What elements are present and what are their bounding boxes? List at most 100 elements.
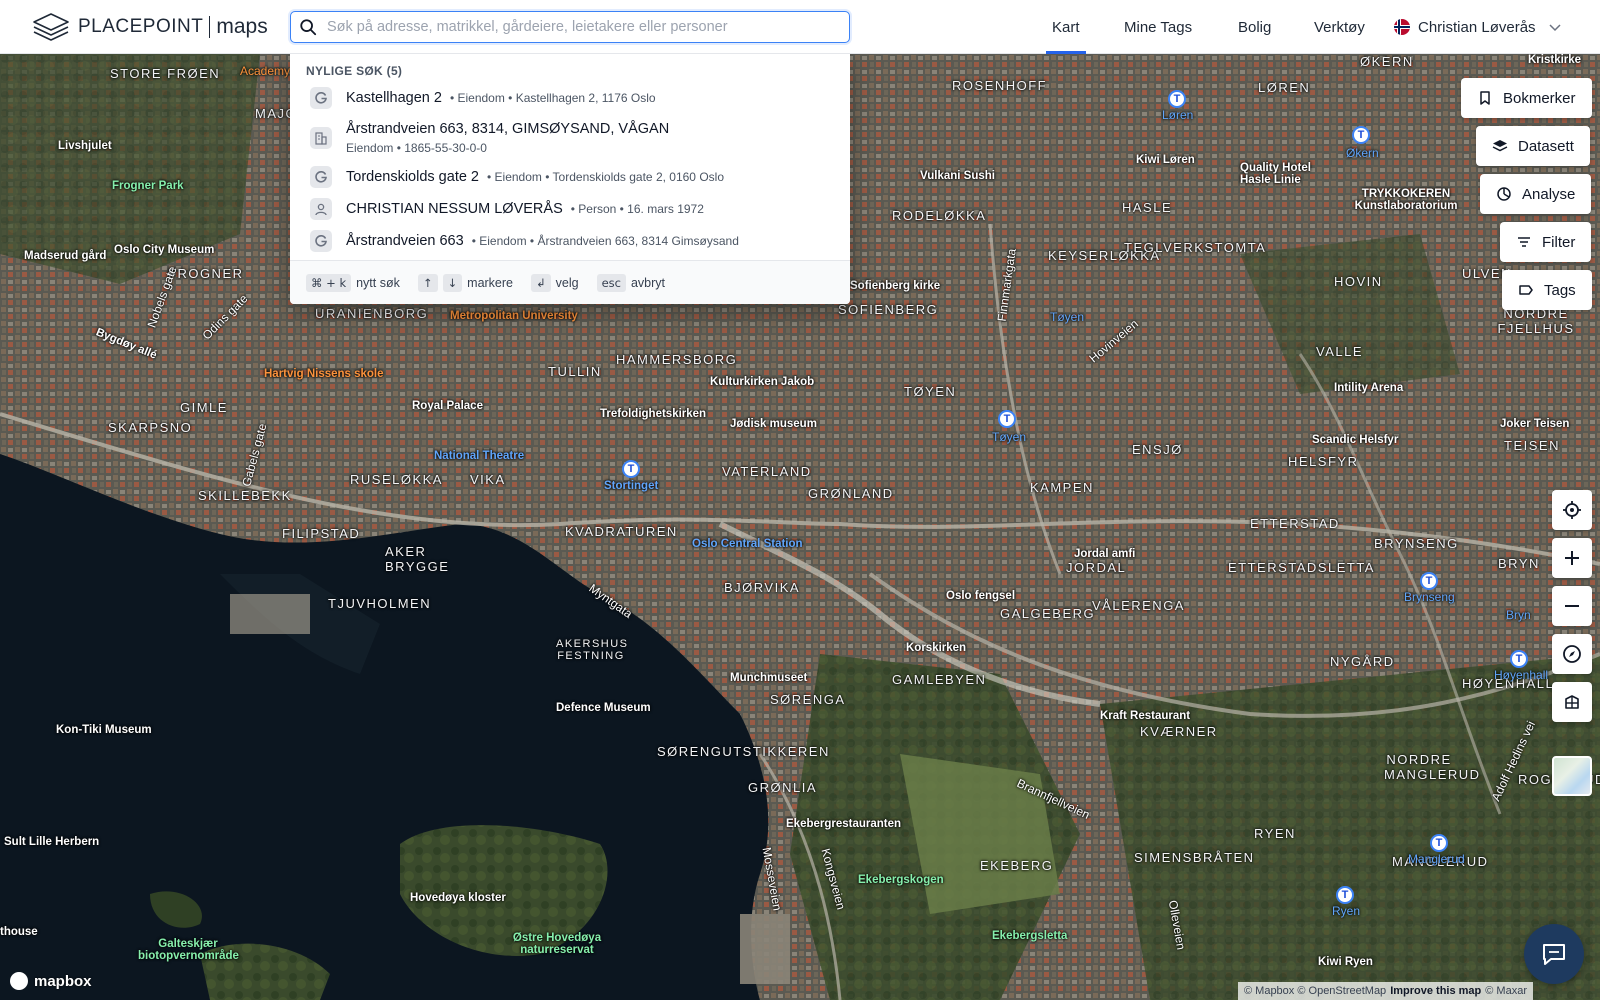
poi-label: Intility Arena <box>1334 382 1404 394</box>
search-box[interactable] <box>290 11 850 43</box>
new-search-key: ⌘ + k <box>306 273 352 292</box>
district-label: VIKA <box>470 472 506 487</box>
district-label: NORDRE FJELLHUS <box>1497 306 1575 336</box>
district-label: KAMPEN <box>1030 480 1094 495</box>
improve-map-link[interactable]: Improve this map <box>1390 985 1481 997</box>
chevron-down-icon <box>1549 24 1561 32</box>
attrib-mapbox[interactable]: © Mapbox <box>1244 985 1294 997</box>
poi-label: Kon-Tiki Museum <box>56 724 152 736</box>
poi-label: Royal Palace <box>412 400 483 412</box>
poi-label: Korskirken <box>906 642 967 654</box>
locate-me-button[interactable] <box>1552 490 1592 530</box>
metro-station-icon[interactable]: T <box>1168 90 1186 108</box>
poi-label: Galteskjær biotopvernområde <box>138 938 239 962</box>
bookmarks-button[interactable]: Bokmerker <box>1461 78 1592 118</box>
crosshair-icon <box>1563 501 1581 519</box>
attrib-maxar[interactable]: © Maxar <box>1485 985 1527 997</box>
zoom-out-button[interactable] <box>1552 586 1592 626</box>
layers-icon <box>1492 140 1508 152</box>
district-label: BJØRVIKA <box>724 580 801 595</box>
compass-icon <box>1563 645 1581 663</box>
recent-search-item[interactable]: Årstrandveien 663, 8314, GIMSØYSAND, VÅG… <box>310 120 830 156</box>
poi-label: Sofienberg kirke <box>850 280 941 292</box>
basemap-switcher-thumbnail[interactable] <box>1552 756 1592 796</box>
person-icon <box>310 198 332 220</box>
district-label: HOVIN <box>1334 274 1383 289</box>
recent-search-title: CHRISTIAN NESSUM LØVERÅS <box>346 201 563 217</box>
analysis-button[interactable]: Analyse <box>1480 174 1592 214</box>
nav-verktoy[interactable]: Verktøy <box>1308 0 1371 54</box>
recent-search-title: Tordenskiolds gate 2 <box>346 169 479 185</box>
zoom-in-button[interactable] <box>1552 538 1592 578</box>
metro-station-icon[interactable]: T <box>998 410 1016 428</box>
nav-bolig[interactable]: Bolig <box>1232 0 1277 54</box>
arrow-up-key: ↑ <box>417 273 438 292</box>
district-label: JORDAL <box>1066 560 1127 575</box>
nav-kart[interactable]: Kart <box>1046 0 1086 54</box>
poi-label: Madserud gård <box>24 250 107 262</box>
district-label: URANIENBORG <box>315 306 429 321</box>
3d-buildings-button[interactable] <box>1552 682 1592 722</box>
poi-label: Livshjulet <box>58 140 112 152</box>
district-label: HAMMERSBORG <box>616 352 738 367</box>
recent-search-meta: • Person • 16. mars 1972 <box>570 202 704 216</box>
metro-station-icon[interactable]: T <box>1420 572 1438 590</box>
keyboard-hints: ⌘ + k nytt søk ↑ ↓ markere ↲ velg esc av… <box>290 260 850 304</box>
metro-station-icon[interactable]: T <box>622 460 640 478</box>
tab-bolig[interactable]: Bolig <box>1232 0 1277 54</box>
tags-button[interactable]: Tags <box>1502 270 1592 310</box>
filter-button[interactable]: Filter <box>1500 222 1592 262</box>
tab-mine-tags[interactable]: Mine Tags <box>1118 0 1198 54</box>
chat-bubble-icon <box>1543 944 1565 965</box>
chat-support-button[interactable] <box>1524 924 1584 984</box>
tab-verktoy[interactable]: Verktøy <box>1308 0 1371 54</box>
logo-brand: PLACEPOINT <box>78 16 204 37</box>
district-label: TJUVHOLMEN <box>328 596 432 611</box>
poi-label: National Theatre <box>434 450 525 462</box>
metro-station-label: Økern <box>1346 146 1379 160</box>
recent-search-item[interactable]: Kastellhagen 2 • Eiendom • Kastellhagen … <box>310 86 830 110</box>
user-menu[interactable]: Christian Løverås <box>1394 0 1562 54</box>
mapbox-logo[interactable]: mapbox <box>10 972 92 990</box>
compass-button[interactable] <box>1552 634 1592 674</box>
enter-key: ↲ <box>531 273 551 292</box>
poi-label: Metropolitan University <box>450 310 578 322</box>
poi-label: Østre Hovedøya naturreservat <box>512 932 602 956</box>
district-label: TØYEN <box>904 384 957 399</box>
district-label: SIMENSBRÅTEN <box>1134 850 1255 865</box>
google-g-icon <box>310 230 332 252</box>
search-input[interactable] <box>327 19 827 35</box>
metro-station-label: Manglerud <box>1408 852 1465 866</box>
search-icon <box>300 19 317 36</box>
district-label: KVÆRNER <box>1140 724 1218 739</box>
buildings-3d-icon <box>1565 695 1579 709</box>
tab-kart[interactable]: Kart <box>1046 0 1086 54</box>
recent-search-item[interactable]: Årstrandveien 663 • Eiendom • Årstrandve… <box>310 229 830 253</box>
filter-label: Filter <box>1542 233 1576 251</box>
nav-mine-tags[interactable]: Mine Tags <box>1118 0 1198 54</box>
district-label: ØKERN <box>1360 54 1414 69</box>
metro-station-label: Høyenhall <box>1494 668 1549 682</box>
poi-label: Kristkirke <box>1528 54 1582 66</box>
arrow-down-key: ↓ <box>442 273 463 292</box>
poi-label: Vulkani Sushi <box>920 170 995 182</box>
poi-label: Defence Museum <box>556 702 651 714</box>
metro-station-icon[interactable]: T <box>1510 650 1528 668</box>
metro-station-icon[interactable]: T <box>1430 834 1448 852</box>
district-label: TULLIN <box>548 364 602 379</box>
attrib-osm[interactable]: © OpenStreetMap <box>1297 985 1386 997</box>
placepoint-logo[interactable]: PLACEPOINT maps <box>32 10 268 44</box>
dataset-button[interactable]: Datasett <box>1476 126 1590 166</box>
poi-label: Academy <box>240 64 291 78</box>
recent-search-title: Årstrandveien 663 <box>346 233 464 249</box>
poi-label: Kiwi Løren <box>1136 154 1195 166</box>
metro-station-icon[interactable]: T <box>1352 126 1370 144</box>
analysis-label: Analyse <box>1522 185 1576 203</box>
recent-search-item[interactable]: Tordenskiolds gate 2 • Eiendom • Tordens… <box>310 165 830 189</box>
mapbox-logo-text: mapbox <box>34 972 92 990</box>
district-label: SØRENGUTSTIKKEREN <box>657 744 830 759</box>
plus-icon <box>1565 551 1579 565</box>
select-hint: velg <box>555 275 579 290</box>
recent-search-item[interactable]: CHRISTIAN NESSUM LØVERÅS • Person • 16. … <box>310 197 830 221</box>
metro-station-icon[interactable]: T <box>1336 886 1354 904</box>
